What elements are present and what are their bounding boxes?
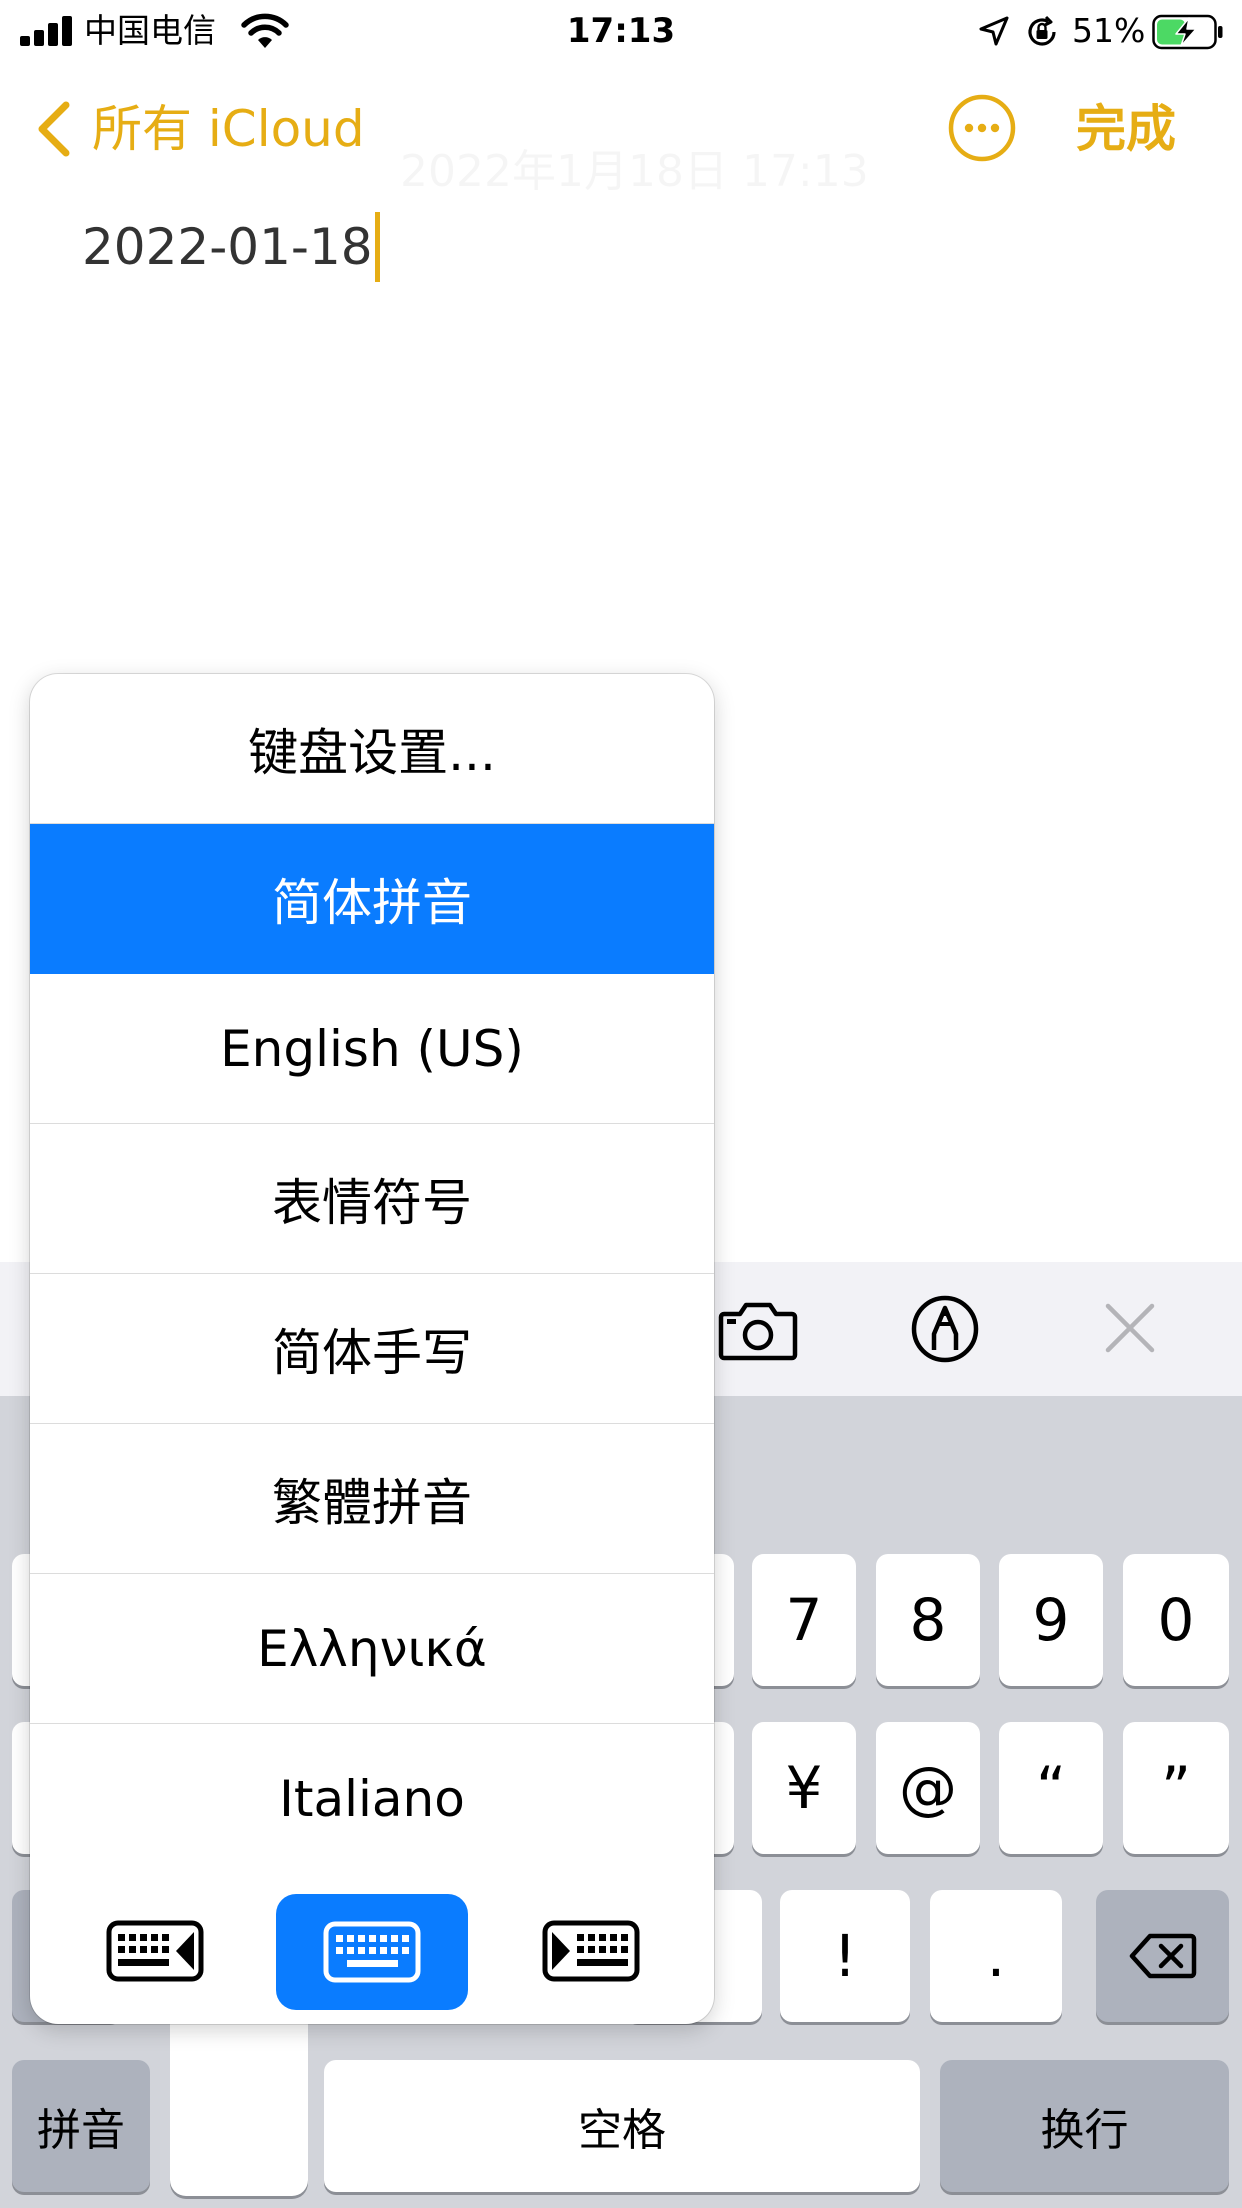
keyboard-option-emoji[interactable]: 表情符号 xyxy=(30,1124,714,1274)
keyboard-key-period[interactable]: . xyxy=(930,1890,1062,2022)
delete-key[interactable] xyxy=(1096,1890,1229,2022)
keyboard-option-greek[interactable]: Ελληνικά xyxy=(30,1574,714,1724)
status-time: 17:13 xyxy=(566,11,676,51)
keyboard-settings-item[interactable]: 键盘设置... xyxy=(30,674,714,824)
close-icon[interactable] xyxy=(1104,1302,1156,1354)
keyboard-switcher-popup: 键盘设置... 简体拼音 English (US) 表情符号 简体手写 繁體拼音… xyxy=(30,674,714,2024)
done-button[interactable]: 完成 xyxy=(1076,94,1176,164)
keyboard-key-close-quote[interactable]: ” xyxy=(1123,1722,1229,1854)
pinyin-key[interactable]: 拼音 xyxy=(12,2060,150,2192)
ellipsis-circle-icon[interactable] xyxy=(946,92,1018,164)
keyboard-option-traditional-pinyin[interactable]: 繁體拼音 xyxy=(30,1424,714,1574)
keyboard-key-9[interactable]: 9 xyxy=(999,1554,1103,1686)
keyboard-option-simplified-pinyin[interactable]: 简体拼音 xyxy=(30,824,714,974)
keyboard-option-simplified-handwriting[interactable]: 简体手写 xyxy=(30,1274,714,1424)
keyboard-key-exclamation[interactable]: ! xyxy=(780,1890,910,2022)
orientation-lock-icon xyxy=(1028,15,1056,46)
backspace-icon xyxy=(1129,1933,1196,1979)
keyboard-option-italian[interactable]: Italiano xyxy=(30,1724,714,1874)
camera-icon[interactable] xyxy=(718,1298,798,1362)
keyboard-key-0[interactable]: 0 xyxy=(1123,1554,1229,1686)
keyboard-left-icon[interactable] xyxy=(106,1920,204,1982)
carrier-label: 中国电信 xyxy=(84,11,216,50)
return-key[interactable]: 换行 xyxy=(940,2060,1229,2192)
keyboard-key-7[interactable]: 7 xyxy=(752,1554,856,1686)
note-date-faded: 2022年1月18日 17:13 xyxy=(400,135,869,199)
keyboard-key-open-quote[interactable]: “ xyxy=(999,1722,1103,1854)
keyboard-key-yen[interactable]: ¥ xyxy=(752,1722,856,1854)
keyboard-option-english-us[interactable]: English (US) xyxy=(30,974,714,1124)
keyboard-key-at[interactable]: @ xyxy=(876,1722,980,1854)
location-icon xyxy=(979,16,1009,46)
back-button-label: 所有 iCloud xyxy=(92,100,365,158)
text-caret xyxy=(374,212,380,282)
chevron-left-icon xyxy=(38,101,70,157)
note-text: 2022-01-18 xyxy=(82,218,373,276)
keyboard-right-icon[interactable] xyxy=(542,1920,640,1982)
back-button[interactable]: 所有 iCloud xyxy=(34,94,365,164)
keyboard-position-controls xyxy=(30,1876,714,2024)
signal-icon xyxy=(20,16,72,46)
markup-icon[interactable] xyxy=(910,1294,980,1364)
note-editor[interactable]: 2022-01-18 xyxy=(82,212,380,282)
space-key[interactable]: 空格 xyxy=(324,2060,920,2192)
battery-percent: 51% xyxy=(1072,11,1146,50)
keyboard-full-icon xyxy=(323,1921,421,1983)
battery-charging-icon xyxy=(1152,14,1223,50)
keyboard-key-8[interactable]: 8 xyxy=(876,1554,980,1686)
status-bar: 中国电信 17:13 51% xyxy=(0,0,1242,62)
wifi-icon xyxy=(241,13,289,48)
keyboard-full-button[interactable] xyxy=(276,1894,468,2010)
